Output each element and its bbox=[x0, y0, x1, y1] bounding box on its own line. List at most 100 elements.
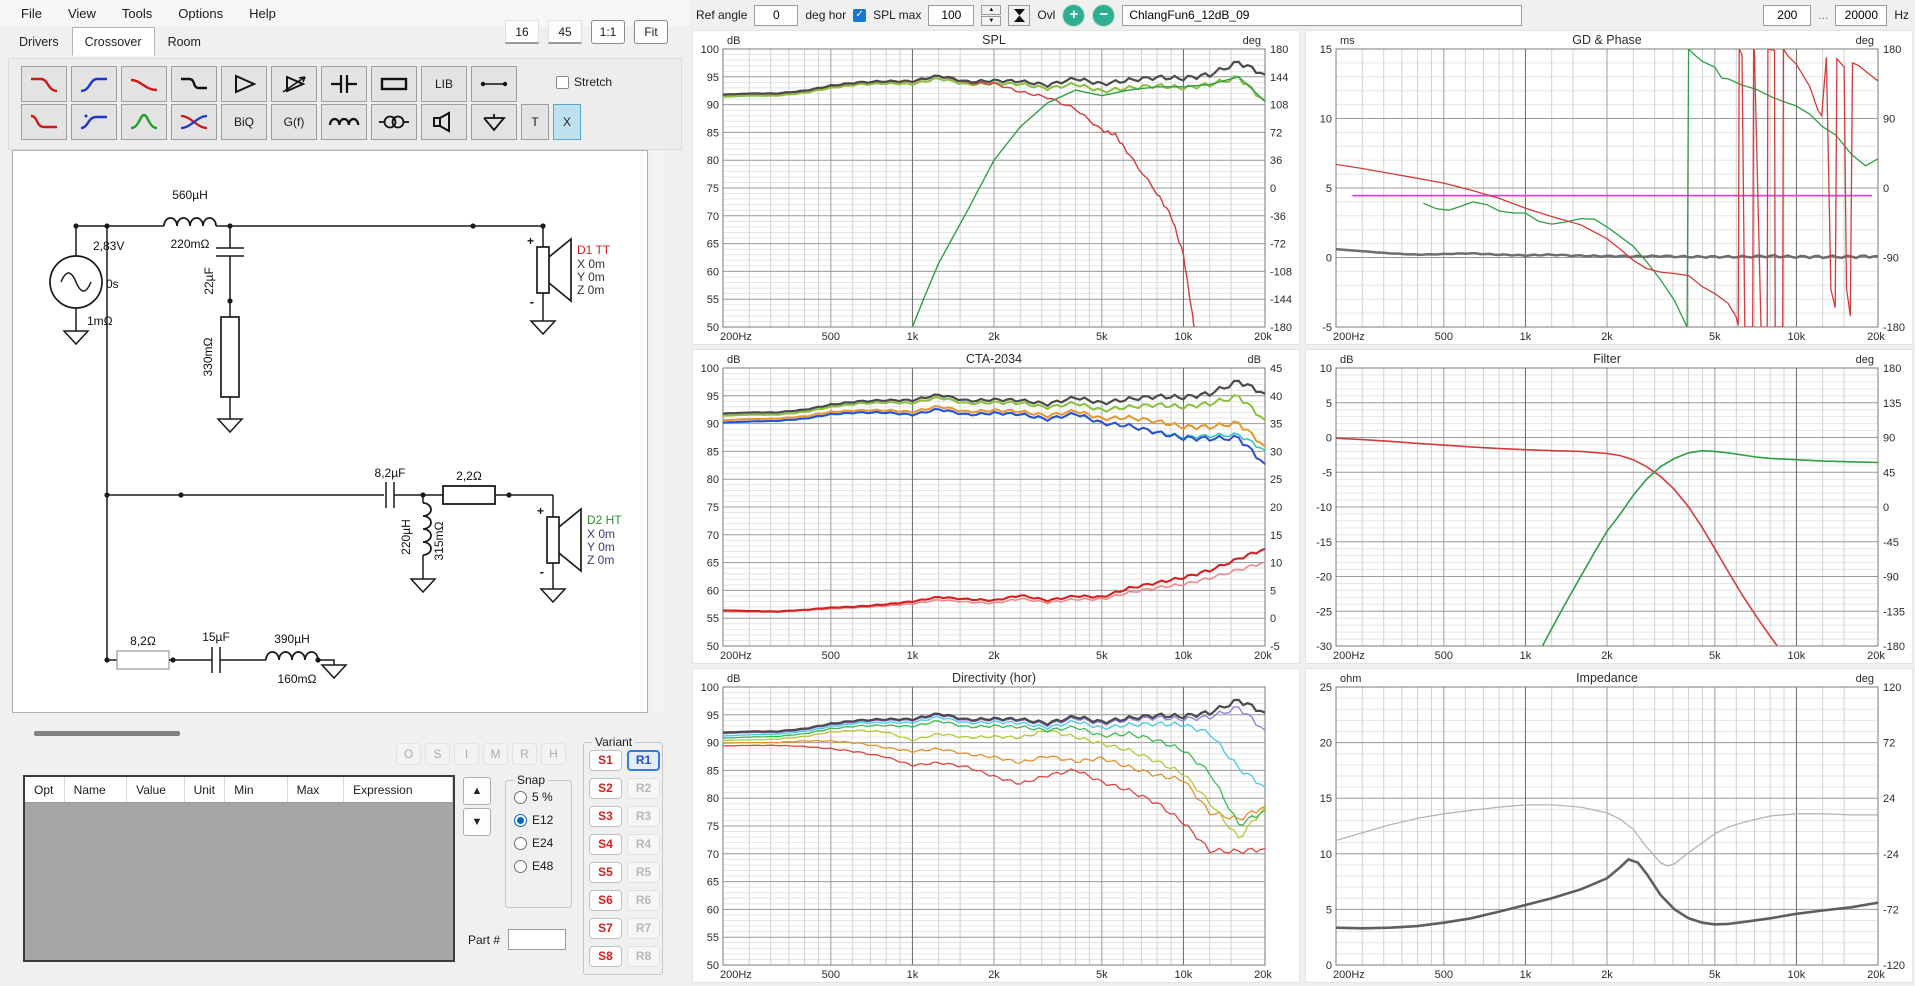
biquad-button[interactable]: BiQ bbox=[221, 104, 267, 140]
menu-options[interactable]: Options bbox=[165, 2, 236, 25]
optimizer-i-button[interactable]: I bbox=[454, 743, 479, 765]
spin-up-button[interactable]: ▲ bbox=[981, 5, 1001, 15]
spl-max-checkbox[interactable]: ✓ bbox=[853, 9, 866, 22]
filter-highpass-button[interactable] bbox=[71, 66, 117, 102]
chart-filter[interactable]: FilterdBdeg1050-5-10-15-20-25-3018013590… bbox=[1305, 349, 1913, 664]
snap-option-E12[interactable]: E12 bbox=[514, 813, 571, 827]
optimizer-o-button[interactable]: O bbox=[396, 743, 421, 765]
project-name-input[interactable] bbox=[1122, 5, 1522, 26]
tab-crossover[interactable]: Crossover bbox=[72, 27, 155, 56]
menu-view[interactable]: View bbox=[55, 2, 109, 25]
chart-impedance[interactable]: Impedanceohmdeg25201510501207224-24-72-1… bbox=[1305, 668, 1913, 983]
x-tick-label: 200Hz bbox=[1333, 969, 1365, 981]
move-up-button[interactable]: ▲ bbox=[463, 777, 491, 805]
chart-gd-phase[interactable]: GD & Phasemsdeg151050-5180900-90-180200H… bbox=[1305, 30, 1913, 345]
active-amplifier-button[interactable] bbox=[271, 66, 317, 102]
chart-svg-4: Directivity (hor)dB100959085807570656055… bbox=[693, 669, 1299, 982]
stretch-checkbox[interactable] bbox=[556, 76, 569, 89]
filter-lowpass2-button[interactable] bbox=[121, 66, 167, 102]
variant-s5-button[interactable]: S5 bbox=[589, 862, 622, 883]
wire-button[interactable] bbox=[471, 66, 517, 102]
menu-tools[interactable]: Tools bbox=[109, 2, 165, 25]
variant-s8-button[interactable]: S8 bbox=[589, 946, 622, 967]
schematic-hscrollbar[interactable] bbox=[34, 731, 180, 736]
inductor-button[interactable] bbox=[321, 104, 367, 140]
charts-grid: SPLdBdeg10095908580757065605550180144108… bbox=[690, 30, 1915, 983]
variant-r5-button[interactable]: R5 bbox=[627, 862, 660, 883]
filter-crossover-button[interactable] bbox=[171, 104, 217, 140]
c3-value-label: 15µF bbox=[202, 630, 230, 644]
library-button[interactable]: LIB bbox=[421, 66, 467, 102]
tab-room[interactable]: Room bbox=[155, 29, 214, 56]
filter-peak-button[interactable] bbox=[121, 104, 167, 140]
gain-function-button[interactable]: G(f) bbox=[271, 104, 317, 140]
variant-groupbox: Variant S1R1S2R2S3R3S4R4S5R5S6R6S7R7S8R8 bbox=[583, 742, 663, 975]
overlay-remove-button[interactable]: − bbox=[1092, 4, 1115, 27]
filter-lowpass-button[interactable] bbox=[21, 66, 67, 102]
menu-help[interactable]: Help bbox=[236, 2, 289, 25]
variant-s2-button[interactable]: S2 bbox=[589, 778, 622, 799]
zoom-Fit-button[interactable]: Fit bbox=[634, 20, 668, 44]
zoom-1-1-button[interactable]: 1:1 bbox=[591, 20, 625, 44]
chart-spl[interactable]: SPLdBdeg10095908580757065605550180144108… bbox=[692, 30, 1300, 345]
freq-max-input[interactable] bbox=[1835, 5, 1887, 26]
optimizer-s-button[interactable]: S bbox=[425, 743, 450, 765]
variant-r2-button[interactable]: R2 bbox=[627, 778, 660, 799]
filter-highshelf-button[interactable] bbox=[71, 104, 117, 140]
radio-5[interactable] bbox=[514, 791, 527, 804]
ref-angle-input[interactable] bbox=[754, 5, 798, 26]
snap-option-E48[interactable]: E48 bbox=[514, 859, 571, 873]
variant-s6-button[interactable]: S6 bbox=[589, 890, 622, 911]
spl-max-input[interactable] bbox=[928, 5, 974, 26]
resistor-icon bbox=[379, 73, 409, 95]
move-down-button[interactable]: ▼ bbox=[463, 808, 491, 836]
left-tick-label: 60 bbox=[707, 585, 719, 597]
snap-option-5[interactable]: 5 % bbox=[514, 790, 571, 804]
filter-shelf-button[interactable] bbox=[171, 66, 217, 102]
zoom-16-button[interactable]: 16 bbox=[505, 20, 539, 44]
variant-s4-button[interactable]: S4 bbox=[589, 834, 622, 855]
left-tick-label: 5 bbox=[1326, 904, 1332, 916]
text-tool-button[interactable]: T bbox=[521, 104, 549, 140]
freq-min-input[interactable] bbox=[1763, 5, 1811, 26]
speaker-button[interactable] bbox=[421, 104, 467, 140]
variant-r6-button[interactable]: R6 bbox=[627, 890, 660, 911]
filter-lowshelf-button[interactable] bbox=[21, 104, 67, 140]
right-axis-unit: deg bbox=[1856, 354, 1874, 366]
fit-y-button[interactable] bbox=[1008, 5, 1030, 26]
optimizer-r-button[interactable]: R bbox=[512, 743, 537, 765]
menu-file[interactable]: File bbox=[8, 2, 55, 25]
variant-s1-button[interactable]: S1 bbox=[589, 750, 622, 771]
spin-down-button[interactable]: ▼ bbox=[981, 16, 1001, 26]
left-tick-label: 95 bbox=[707, 710, 719, 722]
radio-E12[interactable] bbox=[514, 814, 527, 827]
variant-s7-button[interactable]: S7 bbox=[589, 918, 622, 939]
schematic-canvas[interactable]: 2,83V 0s 1mΩ 560µH 220mΩ 22µF 330mΩ + - … bbox=[12, 150, 648, 713]
x-tool-button[interactable]: X bbox=[553, 104, 581, 140]
variant-r3-button[interactable]: R3 bbox=[627, 806, 660, 827]
variant-r4-button[interactable]: R4 bbox=[627, 834, 660, 855]
chart-directivity-hor[interactable]: Directivity (hor)dB100959085807570656055… bbox=[692, 668, 1300, 983]
variant-r7-button[interactable]: R7 bbox=[627, 918, 660, 939]
part-number-input[interactable] bbox=[508, 929, 566, 950]
chart-cta-2034[interactable]: CTA-2034dBdB1009590858075706560555045403… bbox=[692, 349, 1300, 664]
variant-r1-button[interactable]: R1 bbox=[627, 750, 660, 771]
optimizer-h-button[interactable]: H bbox=[541, 743, 566, 765]
variant-r8-button[interactable]: R8 bbox=[627, 946, 660, 967]
radio-E24[interactable] bbox=[514, 837, 527, 850]
tab-drivers[interactable]: Drivers bbox=[6, 29, 72, 56]
amplifier-button[interactable] bbox=[221, 66, 267, 102]
parts-table[interactable]: OptNameValueUnitMinMaxExpression bbox=[23, 775, 455, 962]
ground-button[interactable] bbox=[471, 104, 517, 140]
ref-angle-label: Ref angle bbox=[696, 8, 747, 22]
capacitor-button[interactable] bbox=[321, 66, 367, 102]
snap-option-E24[interactable]: E24 bbox=[514, 836, 571, 850]
overlay-add-button[interactable]: + bbox=[1062, 4, 1085, 27]
transformer-button[interactable] bbox=[371, 104, 417, 140]
variant-s3-button[interactable]: S3 bbox=[589, 806, 622, 827]
schematic-vscrollbar[interactable] bbox=[652, 150, 664, 713]
radio-E48[interactable] bbox=[514, 860, 527, 873]
zoom-45-button[interactable]: 45 bbox=[548, 20, 582, 44]
optimizer-m-button[interactable]: M bbox=[483, 743, 508, 765]
resistor-button[interactable] bbox=[371, 66, 417, 102]
